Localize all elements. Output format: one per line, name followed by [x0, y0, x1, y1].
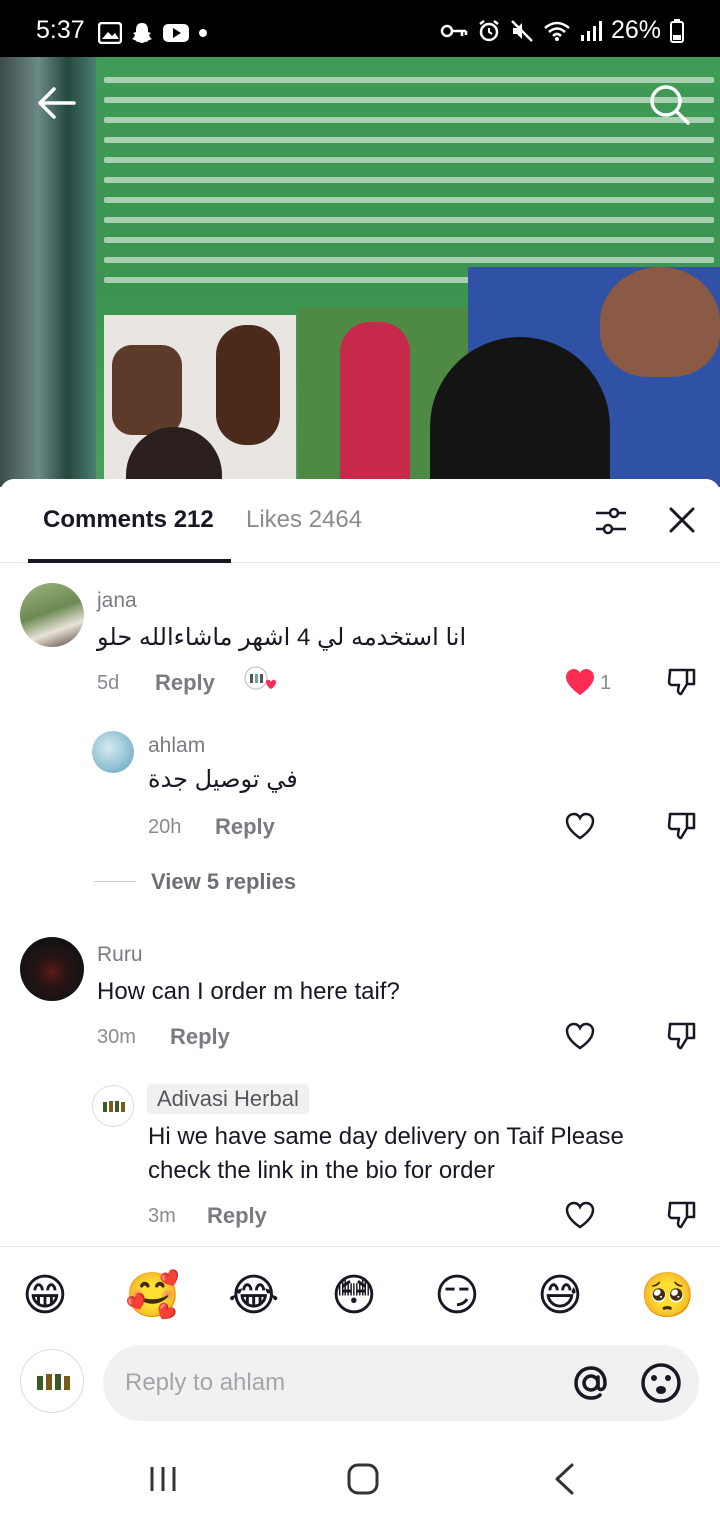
reply-button[interactable]: Reply — [155, 670, 215, 696]
comment-text: في توصيل جدة — [148, 766, 298, 793]
status-bar: 5:37 26% — [0, 0, 720, 57]
like-count: 1 — [600, 672, 612, 694]
emoji-smirk-button[interactable]: 😏 — [434, 1271, 480, 1321]
comment-time: 30m — [97, 1026, 136, 1048]
comments-tabs: Comments 212 Likes 2464 — [0, 479, 720, 563]
reply-input-box[interactable] — [103, 1345, 699, 1421]
dislike-icon[interactable] — [667, 811, 697, 841]
notification-icons — [98, 21, 208, 45]
emoji-laugh-button[interactable]: 😂 — [228, 1271, 279, 1321]
back-icon[interactable] — [552, 1462, 576, 1496]
home-icon[interactable] — [346, 1462, 380, 1496]
dislike-icon[interactable] — [667, 1200, 697, 1230]
comment-time: 5d — [97, 672, 120, 694]
key-icon — [440, 24, 468, 37]
comment-username[interactable]: ahlam — [148, 734, 205, 758]
comment-time: 3m — [148, 1205, 176, 1227]
close-icon[interactable] — [668, 506, 696, 534]
system-nav-bar — [0, 1440, 720, 1520]
video-background — [0, 57, 96, 487]
battery-icon — [670, 18, 684, 43]
search-icon[interactable] — [648, 83, 690, 125]
brand-logo-icon — [103, 1101, 125, 1112]
heart-icon[interactable] — [564, 667, 596, 697]
battery-percent: 26% — [610, 16, 661, 44]
creator-username-badge[interactable]: Adivasi Herbal — [147, 1084, 309, 1114]
reply-button[interactable]: Reply — [207, 1203, 267, 1229]
gallery-icon — [98, 22, 122, 44]
active-tab-indicator — [28, 559, 231, 563]
back-arrow-icon[interactable] — [36, 85, 76, 121]
dislike-icon[interactable] — [667, 667, 697, 697]
emoji-grin-button[interactable]: 😁 — [22, 1271, 68, 1321]
avatar[interactable] — [20, 583, 84, 647]
youtube-icon — [163, 24, 189, 42]
comment-text: Hi we have same day delivery on Taif Ple… — [148, 1123, 624, 1184]
dot-icon — [199, 29, 207, 37]
emoji-picker-icon[interactable] — [639, 1361, 683, 1405]
alarm-icon — [479, 19, 499, 41]
wifi-icon — [544, 21, 570, 41]
recents-icon[interactable] — [148, 1464, 178, 1494]
view-replies-button[interactable]: View 5 replies — [151, 869, 296, 895]
emoji-love-button[interactable]: 🥰 — [125, 1271, 180, 1321]
creator-liked-icon — [244, 666, 276, 690]
reply-button[interactable]: Reply — [215, 814, 275, 840]
brand-logo-icon — [37, 1374, 70, 1390]
view-replies-divider — [94, 881, 136, 882]
mute-icon — [511, 19, 533, 42]
comment-username[interactable]: jana — [97, 589, 137, 613]
dislike-icon[interactable] — [667, 1021, 697, 1051]
banner-figure — [600, 267, 720, 377]
emoji-flushed-button[interactable]: 😳 — [331, 1271, 377, 1321]
tab-likes[interactable]: Likes 2464 — [246, 506, 362, 534]
comment-username[interactable]: Ruru — [97, 943, 143, 967]
tab-comments[interactable]: Comments 212 — [43, 506, 214, 534]
quick-emoji-bar: 😁 🥰 😂 😳 😏 😅 🥺 — [0, 1271, 720, 1327]
composer-divider — [0, 1246, 720, 1247]
heart-icon[interactable] — [564, 1200, 596, 1230]
signal-icon — [580, 20, 602, 41]
filter-icon[interactable] — [592, 504, 630, 538]
avatar[interactable] — [20, 937, 84, 1001]
emoji-sweat-smile-button[interactable]: 😅 — [537, 1271, 583, 1321]
reply-button[interactable]: Reply — [170, 1024, 230, 1050]
comment-time: 20h — [148, 816, 182, 838]
banner-text-lines — [104, 77, 714, 297]
avatar[interactable] — [92, 731, 134, 773]
emoji-pleading-button[interactable]: 🥺 — [640, 1271, 695, 1321]
banner-figure — [340, 322, 410, 487]
snapchat-icon — [132, 23, 152, 43]
mention-icon[interactable] — [569, 1361, 613, 1405]
my-avatar — [20, 1349, 84, 1413]
avatar[interactable] — [92, 1085, 134, 1127]
status-time: 5:37 — [36, 16, 85, 44]
heart-icon[interactable] — [564, 811, 596, 841]
video-player[interactable] — [0, 57, 720, 487]
comments-sheet: Comments 212 Likes 2464 jana انا استخدمه… — [0, 479, 720, 1520]
comment-text: How can I order m here taif? — [97, 978, 400, 1005]
heart-icon[interactable] — [564, 1021, 596, 1051]
reply-input[interactable] — [125, 1363, 545, 1403]
comment-text: انا استخدمه لي 4 اشهر ماشاءالله حلو — [97, 624, 467, 651]
system-icons: 26% — [440, 16, 684, 45]
